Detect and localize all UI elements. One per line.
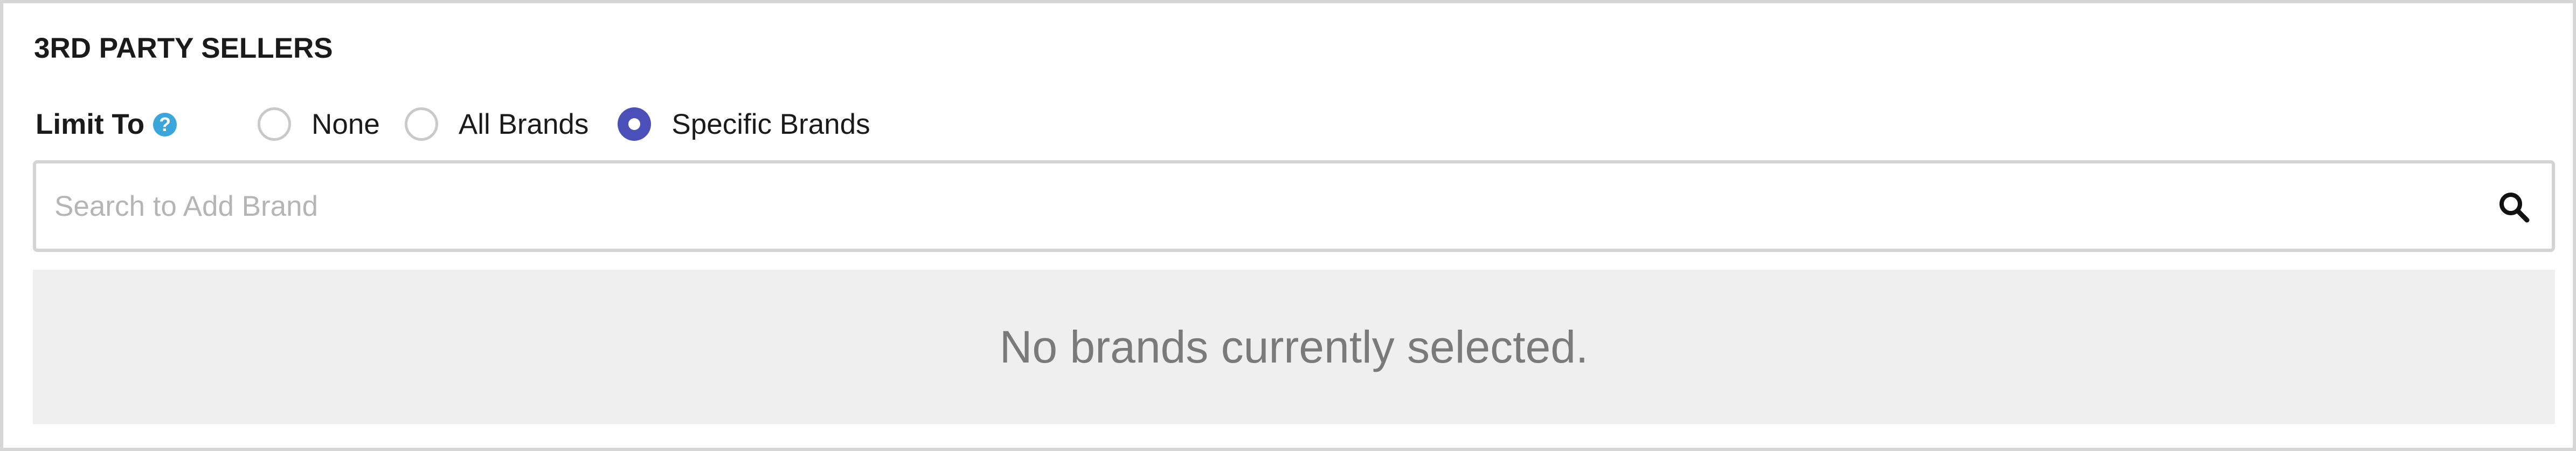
- radio-selected-dot: [628, 118, 641, 130]
- brand-search-input[interactable]: [54, 163, 2469, 249]
- section-title: 3RD PARTY SELLERS: [34, 32, 333, 64]
- limit-to-row: Limit To ? None All Brands Specific Bran…: [36, 104, 870, 145]
- radio-option-specific-brands[interactable]: Specific Brands: [618, 107, 870, 141]
- brand-search-box[interactable]: [33, 160, 2555, 252]
- radio-option-none[interactable]: None: [258, 107, 380, 141]
- radio-label-specific-brands[interactable]: Specific Brands: [671, 108, 870, 141]
- radio-label-none[interactable]: None: [311, 108, 380, 141]
- radio-label-all-brands[interactable]: All Brands: [459, 108, 589, 141]
- search-icon[interactable]: [2497, 190, 2531, 224]
- radio-button-none[interactable]: [258, 107, 292, 141]
- third-party-sellers-panel: 3RD PARTY SELLERS Limit To ? None All Br…: [0, 0, 2576, 451]
- empty-state-message: No brands currently selected.: [999, 321, 1589, 372]
- limit-to-label: Limit To: [36, 108, 145, 140]
- selected-brands-list: No brands currently selected.: [33, 270, 2555, 424]
- radio-button-all-brands[interactable]: [404, 107, 438, 141]
- help-icon[interactable]: ?: [153, 113, 177, 136]
- limit-to-radio-group: None All Brands Specific Brands: [258, 107, 870, 141]
- radio-option-all-brands[interactable]: All Brands: [404, 107, 589, 141]
- radio-button-specific-brands[interactable]: [618, 107, 652, 141]
